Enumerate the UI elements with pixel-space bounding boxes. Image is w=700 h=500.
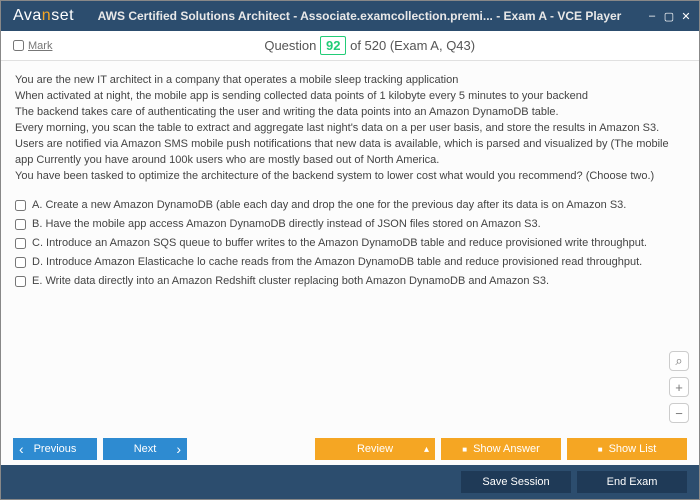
question-text: You are the new IT architect in a compan… — [15, 73, 685, 185]
button-label: Show List — [609, 443, 657, 455]
button-label: Previous — [34, 443, 77, 455]
button-label: Review — [357, 443, 393, 455]
option-checkbox[interactable] — [15, 200, 26, 211]
close-icon[interactable]: ✕ — [679, 9, 693, 23]
answer-options: A. Create a new Amazon DynamoDB (able ea… — [15, 199, 685, 287]
option-b[interactable]: B. Have the mobile app access Amazon Dyn… — [15, 218, 685, 230]
mark-label: Mark — [28, 40, 52, 52]
question-line: Every morning, you scan the table to ext… — [15, 121, 685, 137]
next-button[interactable]: Next — [103, 438, 187, 460]
option-a[interactable]: A. Create a new Amazon DynamoDB (able ea… — [15, 199, 685, 211]
question-label-pre: Question — [264, 38, 316, 53]
end-exam-button[interactable]: End Exam — [577, 471, 687, 493]
option-text: D. Introduce Amazon Elasticache lo cache… — [32, 256, 642, 268]
question-line: You have been tasked to optimize the arc… — [15, 169, 685, 185]
window-controls: – ▢ ✕ — [645, 9, 693, 23]
app-window: Avanset AWS Certified Solutions Architec… — [0, 0, 700, 500]
option-checkbox[interactable] — [15, 276, 26, 287]
button-label: End Exam — [607, 476, 658, 488]
logo-text-2: set — [51, 7, 74, 24]
subheader: Mark Question 92 of 520 (Exam A, Q43) — [1, 31, 699, 61]
previous-button[interactable]: Previous — [13, 438, 97, 460]
zoom-in-icon[interactable]: + — [669, 377, 689, 397]
search-icon[interactable]: ⌕ — [669, 351, 689, 371]
question-header: Question 92 of 520 (Exam A, Q43) — [52, 36, 687, 55]
option-d[interactable]: D. Introduce Amazon Elasticache lo cache… — [15, 256, 685, 268]
option-checkbox[interactable] — [15, 238, 26, 249]
option-text: B. Have the mobile app access Amazon Dyn… — [32, 218, 541, 230]
content-area: You are the new IT architect in a compan… — [1, 61, 699, 433]
question-line: Users are notified via Amazon SMS mobile… — [15, 137, 685, 169]
button-label: Next — [134, 443, 157, 455]
option-text: C. Introduce an Amazon SQS queue to buff… — [32, 237, 647, 249]
session-buttons-row: Save Session End Exam — [1, 465, 699, 499]
titlebar: Avanset AWS Certified Solutions Architec… — [1, 1, 699, 31]
button-label: Show Answer — [473, 443, 540, 455]
mark-checkbox[interactable] — [13, 40, 24, 51]
logo: Avanset — [13, 7, 74, 25]
question-line: You are the new IT architect in a compan… — [15, 73, 685, 89]
option-c[interactable]: C. Introduce an Amazon SQS queue to buff… — [15, 237, 685, 249]
question-line: The backend takes care of authenticating… — [15, 105, 685, 121]
review-button[interactable]: Review — [315, 438, 435, 460]
footer: Previous Next Review Show Answer Show Li… — [1, 433, 699, 499]
minimize-icon[interactable]: – — [645, 9, 659, 23]
question-label-post: of 520 (Exam A, Q43) — [350, 38, 475, 53]
option-text: E. Write data directly into an Amazon Re… — [32, 275, 549, 287]
save-session-button[interactable]: Save Session — [461, 471, 571, 493]
zoom-tools: ⌕ + − — [669, 351, 689, 423]
question-line: When activated at night, the mobile app … — [15, 89, 685, 105]
option-checkbox[interactable] — [15, 257, 26, 268]
show-list-button[interactable]: Show List — [567, 438, 687, 460]
logo-text-1: Ava — [13, 7, 42, 24]
nav-buttons-row: Previous Next Review Show Answer Show Li… — [1, 433, 699, 465]
window-title: AWS Certified Solutions Architect - Asso… — [74, 9, 645, 23]
show-answer-button[interactable]: Show Answer — [441, 438, 561, 460]
zoom-out-icon[interactable]: − — [669, 403, 689, 423]
option-e[interactable]: E. Write data directly into an Amazon Re… — [15, 275, 685, 287]
maximize-icon[interactable]: ▢ — [662, 9, 676, 23]
question-number: 92 — [320, 36, 346, 55]
button-label: Save Session — [482, 476, 549, 488]
mark-checkbox-wrap[interactable]: Mark — [13, 40, 52, 52]
option-text: A. Create a new Amazon DynamoDB (able ea… — [32, 199, 626, 211]
option-checkbox[interactable] — [15, 219, 26, 230]
logo-accent: n — [42, 7, 51, 24]
